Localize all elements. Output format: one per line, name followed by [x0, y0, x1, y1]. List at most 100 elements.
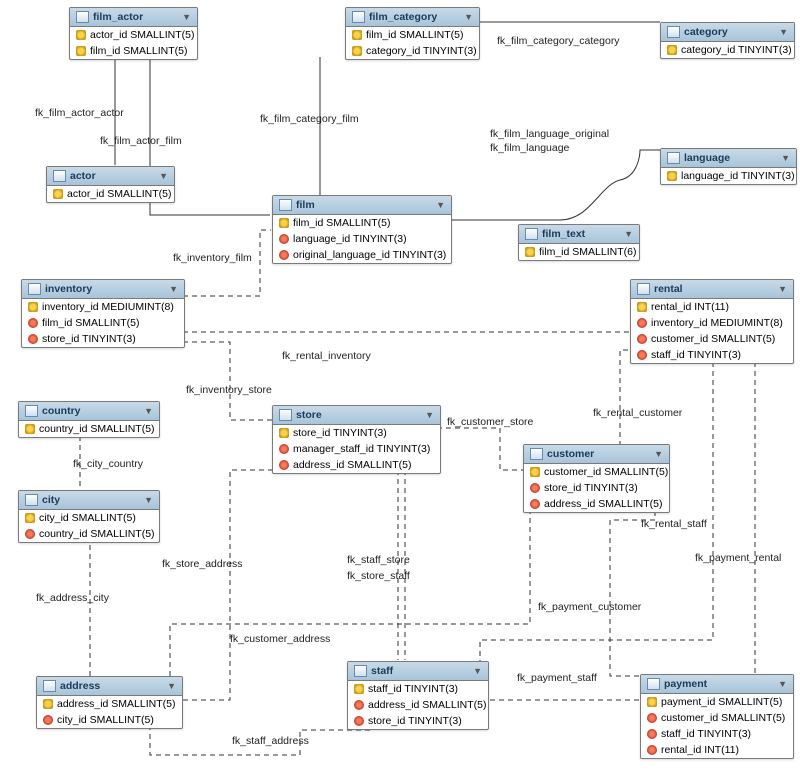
- col: inventory_id MEDIUMINT(8): [651, 317, 783, 329]
- col: address_id SMALLINT(5): [293, 459, 411, 471]
- table-title: staff: [371, 665, 393, 677]
- col: manager_staff_id TINYINT(3): [293, 443, 430, 455]
- col: customer_id SMALLINT(5): [544, 466, 668, 478]
- table-category[interactable]: category▼ category_id TINYINT(3): [660, 22, 795, 59]
- fk-label: fk_rental_inventory: [282, 350, 371, 362]
- pk-icon: [279, 218, 289, 228]
- pk-icon: [647, 697, 657, 707]
- pk-icon: [525, 247, 535, 257]
- chevron-down-icon: ▼: [778, 679, 787, 689]
- col: language_id TINYINT(3): [681, 170, 795, 182]
- table-icon: [25, 405, 38, 417]
- chevron-down-icon: ▼: [425, 410, 434, 420]
- col: city_id SMALLINT(5): [57, 714, 154, 726]
- table-title: inventory: [45, 283, 92, 295]
- table-title: payment: [664, 678, 707, 690]
- table-address[interactable]: address▼ address_id SMALLINT(5) city_id …: [36, 676, 183, 729]
- fk-label: fk_payment_staff: [517, 672, 597, 684]
- table-film_category[interactable]: film_category▼ film_id SMALLINT(5) categ…: [345, 7, 480, 60]
- table-title: language: [684, 152, 730, 164]
- pk-icon: [279, 428, 289, 438]
- table-icon: [279, 409, 292, 421]
- table-title: address: [60, 680, 100, 692]
- chevron-down-icon: ▼: [624, 229, 633, 239]
- table-icon: [647, 678, 660, 690]
- chevron-down-icon: ▼: [781, 153, 790, 163]
- table-city[interactable]: city▼ city_id SMALLINT(5) country_id SMA…: [18, 490, 160, 543]
- fk-icon: [530, 483, 540, 493]
- col: film_id SMALLINT(6): [539, 246, 636, 258]
- table-icon: [28, 283, 41, 295]
- col: customer_id SMALLINT(5): [651, 333, 775, 345]
- table-film_actor[interactable]: film_actor▼ actor_id SMALLINT(5) film_id…: [69, 7, 198, 60]
- col: store_id TINYINT(3): [42, 333, 136, 345]
- chevron-down-icon: ▼: [778, 284, 787, 294]
- table-actor[interactable]: actor▼ actor_id SMALLINT(5): [46, 166, 175, 203]
- pk-icon: [53, 189, 63, 199]
- pk-icon: [25, 513, 35, 523]
- table-icon: [637, 283, 650, 295]
- fk-label: fk_staff_store: [347, 554, 410, 566]
- chevron-down-icon: ▼: [182, 12, 191, 22]
- col: film_id SMALLINT(5): [90, 45, 187, 57]
- fk-label: fk_payment_rental: [695, 552, 781, 564]
- fk-label: fk_customer_store: [447, 416, 533, 428]
- fk-label: fk_film_language: [490, 142, 569, 154]
- table-title: city: [42, 494, 60, 506]
- chevron-down-icon: ▼: [473, 666, 482, 676]
- table-icon: [667, 26, 680, 38]
- pk-icon: [76, 30, 86, 40]
- table-icon: [354, 665, 367, 677]
- chevron-down-icon: ▼: [436, 200, 445, 210]
- table-country[interactable]: country▼ country_id SMALLINT(5): [18, 401, 160, 438]
- col: store_id TINYINT(3): [293, 427, 387, 439]
- table-store[interactable]: store▼ store_id TINYINT(3) manager_staff…: [272, 405, 441, 474]
- fk-label: fk_city_country: [73, 458, 143, 470]
- table-film[interactable]: film▼ film_id SMALLINT(5) language_id TI…: [272, 195, 452, 264]
- fk-icon: [28, 334, 38, 344]
- col: payment_id SMALLINT(5): [661, 696, 782, 708]
- pk-icon: [352, 46, 362, 56]
- table-film_text[interactable]: film_text▼ film_id SMALLINT(6): [518, 224, 640, 261]
- fk-icon: [354, 716, 364, 726]
- fk-label: fk_customer_address: [230, 633, 330, 645]
- col: original_language_id TINYINT(3): [293, 249, 446, 261]
- fk-icon: [637, 334, 647, 344]
- table-title: country: [42, 405, 81, 417]
- fk-label: fk_inventory_store: [186, 384, 272, 396]
- table-payment[interactable]: payment ▼ payment_id SMALLINT(5) customer…: [640, 674, 794, 759]
- table-title: film_category: [369, 11, 437, 23]
- table-inventory[interactable]: inventory▼ inventory_id MEDIUMINT(8) fil…: [21, 279, 185, 348]
- chevron-down-icon: ▼: [654, 449, 663, 459]
- fk-icon: [279, 460, 289, 470]
- table-icon: [25, 494, 38, 506]
- table-title: actor: [70, 170, 96, 182]
- table-icon: [667, 152, 680, 164]
- pk-icon: [530, 467, 540, 477]
- col: film_id SMALLINT(5): [293, 217, 390, 229]
- fk-label: fk_staff_address: [232, 735, 309, 747]
- fk-label: fk_rental_customer: [593, 407, 682, 419]
- col: rental_id INT(11): [651, 301, 729, 313]
- table-customer[interactable]: customer▼ customer_id SMALLINT(5) store_…: [523, 444, 670, 513]
- fk-label: fk_address_city: [36, 592, 109, 604]
- fk-icon: [647, 713, 657, 723]
- fk-icon: [647, 729, 657, 739]
- col: customer_id SMALLINT(5): [661, 712, 785, 724]
- table-rental[interactable]: rental ▼ rental_id INT(11) inventory_id M…: [630, 279, 794, 364]
- fk-label: fk_film_category_category: [497, 35, 620, 47]
- fk-label: fk_store_address: [162, 558, 243, 570]
- fk-icon: [279, 444, 289, 454]
- table-icon: [530, 448, 543, 460]
- col: country_id SMALLINT(5): [39, 528, 155, 540]
- fk-icon: [279, 234, 289, 244]
- pk-icon: [352, 30, 362, 40]
- table-staff[interactable]: staff▼ staff_id TINYINT(3) address_id SM…: [347, 661, 489, 730]
- table-title: rental: [654, 283, 683, 295]
- pk-icon: [637, 302, 647, 312]
- fk-label: fk_rental_staff: [641, 518, 707, 530]
- fk-icon: [25, 529, 35, 539]
- fk-icon: [279, 250, 289, 260]
- table-language[interactable]: language ▼ language_id TINYINT(3): [660, 148, 797, 185]
- table-icon: [53, 170, 66, 182]
